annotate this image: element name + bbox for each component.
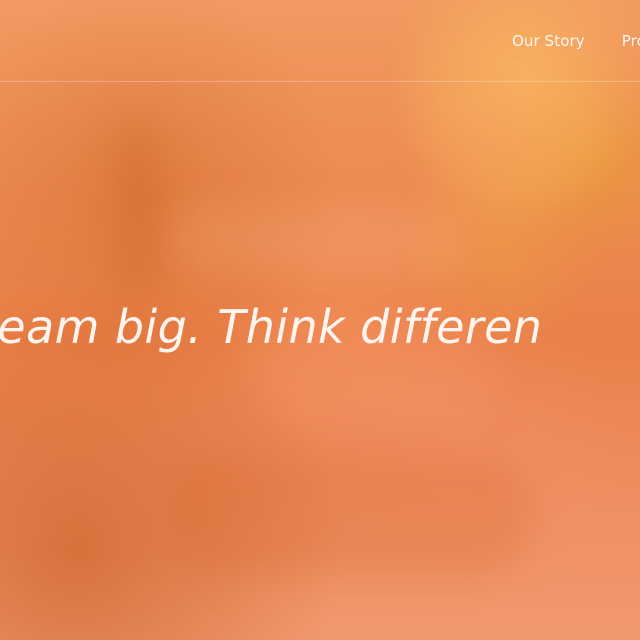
main-navigation: Our Story Pro	[512, 31, 640, 51]
top-navigation-bar: Our Story Pro	[0, 0, 640, 81]
header-divider	[0, 81, 640, 82]
hero-headline: ream big. Think differen	[0, 300, 543, 354]
nav-link-pro[interactable]: Pro	[622, 31, 640, 51]
hero-section: Our Story Pro ream big. Think differen	[0, 0, 640, 640]
nav-link-our-story[interactable]: Our Story	[512, 31, 585, 51]
